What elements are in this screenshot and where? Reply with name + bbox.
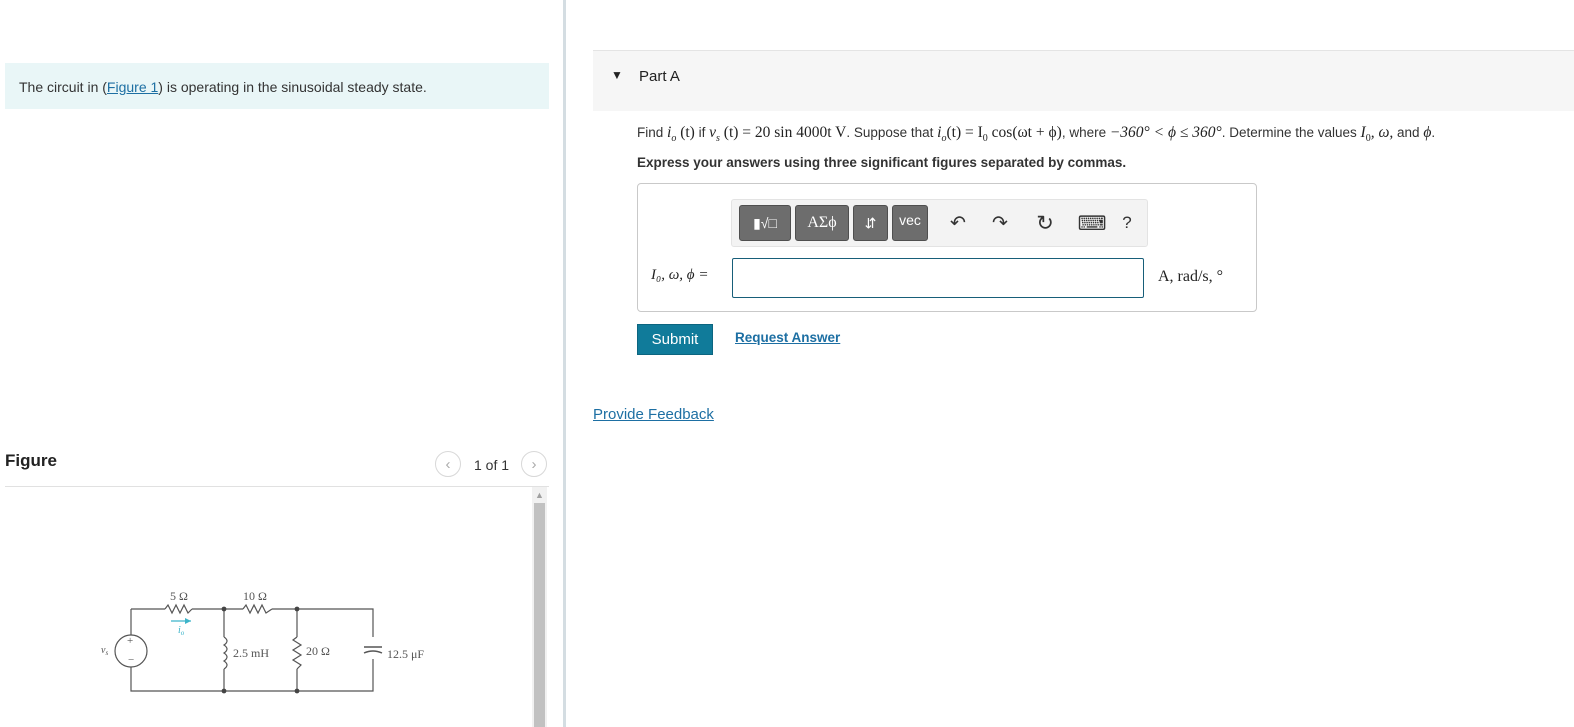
part-a-header[interactable]: ▼ Part A [593,50,1574,111]
math-phi-range: −360° < ϕ ≤ 360° [1109,124,1222,141]
label-inductor: 2.5 mH [233,646,269,660]
node-d [294,688,300,694]
label-r2: 10 Ω [243,589,267,603]
arrows-button[interactable]: ⇵ [853,205,888,241]
capacitor [363,646,383,654]
question-text: Find io (t) if vs (t) = 20 sin 4000t V. … [637,124,1435,144]
reset-icon[interactable]: ↻ [1032,211,1058,235]
source-minus-sign: − [128,654,134,666]
problem-panel: The circuit in (Figure 1) is operating i… [0,0,563,727]
question-panel: ▼ Part A Find io (t) if vs (t) = 20 sin … [566,0,1574,727]
scroll-thumb[interactable] [534,503,545,727]
wire-top-right [272,608,374,637]
resistor-20-ohm [291,636,303,670]
figure-image: + − 5 Ω 10 Ω 2.5 mH 20 Ω 12.5 μF vs io [5,487,531,727]
undo-icon[interactable]: ↶ [945,211,971,235]
label-r1: 5 Ω [170,589,188,603]
current-arrowhead [185,618,191,624]
math-toolbar: ▮√□ ΑΣϕ ⇵ vec ↶ ↷ ↻ ⌨ ? [731,199,1148,247]
inductor-coil [222,636,228,670]
resistor-10-ohm [242,603,273,615]
answer-container: ▮√□ ΑΣϕ ⇵ vec ↶ ↷ ↻ ⌨ ? I₀, ω, ϕ = A, ra… [637,183,1257,312]
math-vs: vs (t) = 20 sin 4000t V [709,124,847,145]
question-text-6: and [1393,125,1424,140]
question-text-1: Find [637,125,668,140]
label-source: vs [101,645,108,657]
circuit-diagram: + − 5 Ω 10 Ω 2.5 mH 20 Ω 12.5 μF vs io [101,589,424,694]
instruction-text: Express your answers using three signifi… [637,155,1127,170]
vector-button[interactable]: vec [892,205,928,241]
figure-counter: 1 of 1 [474,457,510,473]
source-plus-sign: + [127,635,133,647]
question-text-2: if [694,125,710,140]
provide-feedback-link[interactable]: Provide Feedback [593,406,714,423]
caret-down-icon[interactable]: ▼ [611,68,623,82]
answer-input[interactable] [732,258,1144,298]
figure-next-button[interactable]: › [521,451,547,477]
answer-label: I₀, ω, ϕ = [651,267,709,283]
question-text-5: . Determine the values [1221,125,1361,140]
answer-units: A, rad/s, ° [1158,268,1224,285]
help-button[interactable]: ? [1114,211,1140,235]
intro-text-after: ) is operating in the sinusoidal steady … [158,79,427,95]
question-text-7: . [1431,125,1436,140]
chevron-right-icon: › [531,455,537,473]
resistor-5-ohm [164,603,193,615]
question-text-3: . Suppose that [846,125,938,140]
math-values: I0, ω, [1360,124,1394,145]
scroll-up-arrow-icon[interactable]: ▲ [532,489,547,501]
keyboard-icon[interactable]: ⌨ [1075,211,1109,235]
request-answer-link[interactable]: Request Answer [735,330,840,345]
figure-link[interactable]: Figure 1 [107,79,158,95]
templates-button[interactable]: ▮√□ [739,205,791,241]
wire-bottom [130,659,374,692]
node-c [221,688,227,694]
figure-heading: Figure [5,451,57,470]
label-current: io [178,625,185,637]
intro-text-before: The circuit in ( [19,79,107,95]
node-a [221,606,227,612]
redo-icon[interactable]: ↷ [987,211,1013,235]
chevron-left-icon: ‹ [445,455,451,473]
math-io: io (t) [667,124,695,145]
problem-intro: The circuit in (Figure 1) is operating i… [5,63,549,109]
node-b [294,606,300,612]
question-text-4: , where [1061,125,1110,140]
label-capacitor: 12.5 μF [387,647,424,661]
figure-scrollbar[interactable]: ▲ [532,487,547,727]
label-r3: 20 Ω [306,644,330,658]
greek-symbols-button[interactable]: ΑΣϕ [795,205,849,241]
submit-button[interactable]: Submit [637,324,713,355]
math-io-def: io(t) = I0 cos(ωt + ϕ) [937,124,1062,145]
part-title: Part A [639,68,680,85]
figure-prev-button[interactable]: ‹ [435,451,461,477]
